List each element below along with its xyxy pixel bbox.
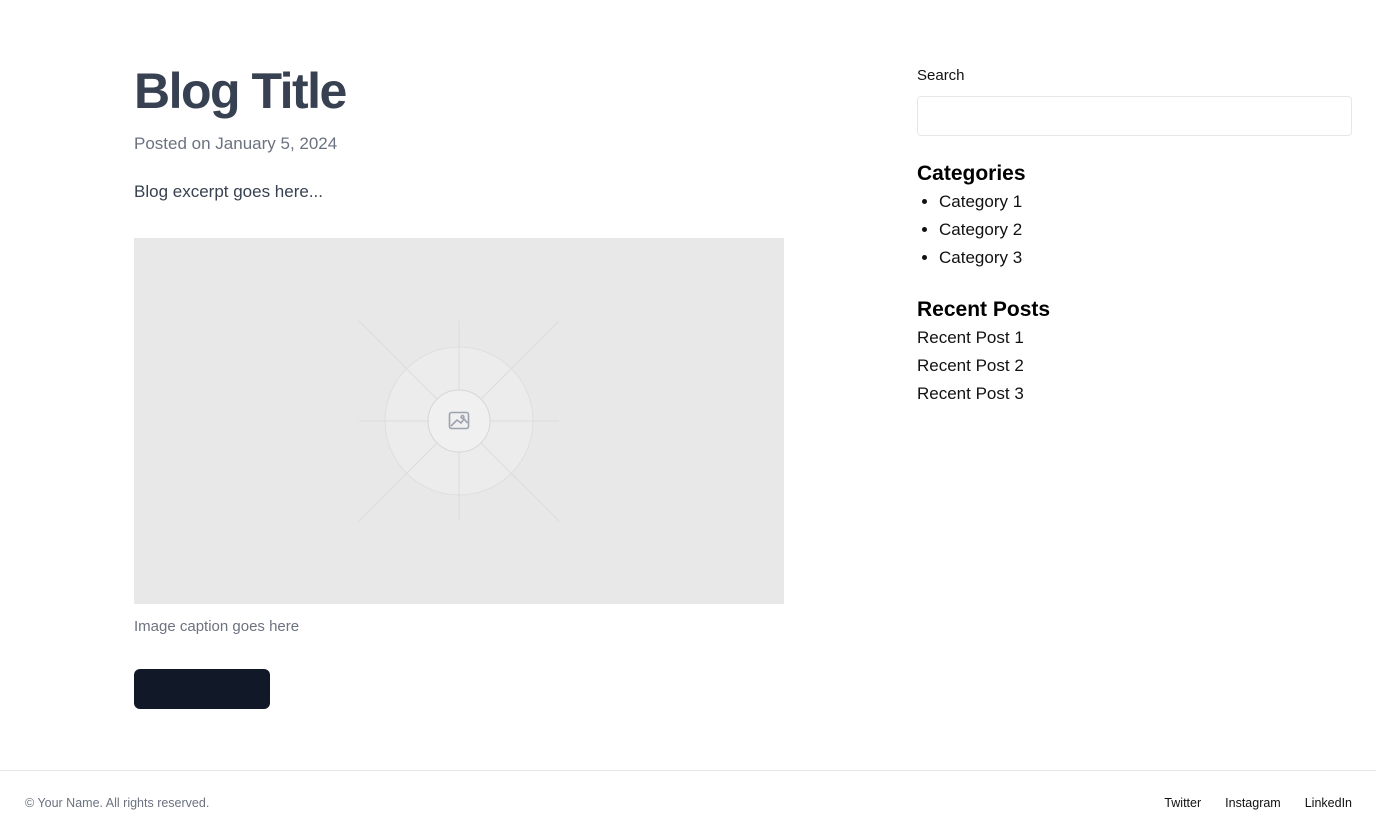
category-link[interactable]: Category 1 [939,192,1022,211]
footer-links: Twitter Instagram LinkedIn [1164,795,1352,811]
instagram-link[interactable]: Instagram [1225,795,1281,811]
image-placeholder [134,238,784,604]
article-figure: Image caption goes here [134,238,784,637]
image-caption: Image caption goes here [134,618,300,635]
recent-post-item[interactable]: Recent Post 3 [917,380,1352,408]
category-item[interactable]: Category 2 [939,216,1352,244]
sidebar: Search Categories Category 1 Category 2 … [917,66,1352,408]
footer: © Your Name. All rights reserved. Twitte… [0,770,1376,835]
recent-post-link[interactable]: Recent Post 1 [917,328,1024,347]
image-placeholder-graphic [358,320,560,522]
categories-list: Category 1 Category 2 Category 3 [917,188,1352,272]
read-more-button[interactable]: Read More [134,669,270,709]
linkedin-link[interactable]: LinkedIn [1305,795,1352,811]
recent-posts-heading: Recent Posts [917,298,1051,321]
recent-post-link[interactable]: Recent Post 3 [917,384,1024,403]
article: Blog Title Posted on January 5, 2024 Blo… [134,62,784,709]
recent-post-item[interactable]: Recent Post 1 [917,324,1352,352]
recent-post-item[interactable]: Recent Post 2 [917,352,1352,380]
category-item[interactable]: Category 3 [939,244,1352,272]
category-link[interactable]: Category 3 [939,248,1022,267]
search-input[interactable] [917,96,1352,136]
recent-post-link[interactable]: Recent Post 2 [917,356,1024,375]
blog-excerpt: Blog excerpt goes here... [134,182,324,201]
twitter-link[interactable]: Twitter [1164,795,1201,811]
categories-heading: Categories [917,162,1026,185]
recent-posts-list: Recent Post 1 Recent Post 2 Recent Post … [917,324,1352,408]
category-item[interactable]: Category 1 [939,188,1352,216]
category-link[interactable]: Category 2 [939,220,1022,239]
copyright-text: © Your Name. All rights reserved. [25,796,210,810]
post-date: Posted on January 5, 2024 [134,134,338,153]
page: Blog Title Posted on January 5, 2024 Blo… [0,0,1376,835]
blog-title: Blog Title [134,63,347,119]
search-label: Search [917,67,965,84]
